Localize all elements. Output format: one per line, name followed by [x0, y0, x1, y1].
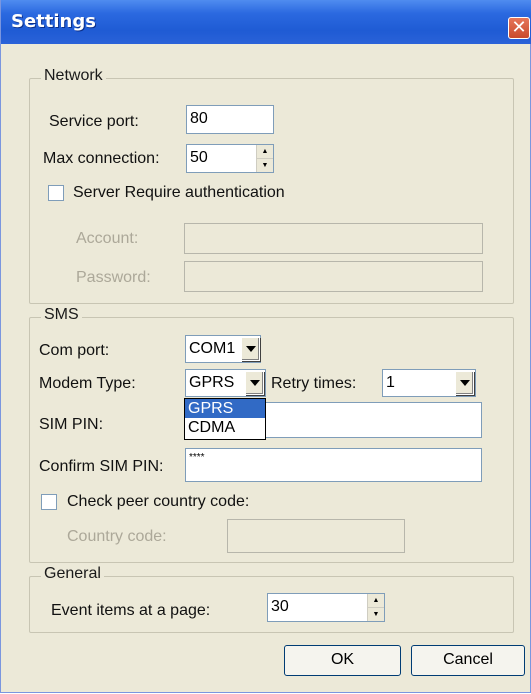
password-input[interactable] — [184, 261, 483, 292]
password-label: Password: — [76, 269, 151, 286]
com-port-label: Com port: — [39, 342, 110, 359]
chevron-down-icon — [249, 380, 260, 386]
settings-dialog: Settings ✕ Network Service port: 80 Max … — [0, 0, 531, 693]
stepper-up-icon[interactable]: ▲ — [368, 594, 384, 608]
modem-type-dropdown-list: GPRS CDMA — [184, 398, 266, 440]
stepper-down-icon[interactable]: ▼ — [368, 608, 384, 622]
ok-button[interactable]: OK — [284, 645, 401, 676]
modem-type-label: Modem Type: — [39, 375, 136, 392]
event-items-stepper[interactable]: ▲ ▼ — [367, 594, 384, 621]
confirm-sim-pin-input[interactable]: **** — [185, 448, 482, 482]
modem-option-gprs[interactable]: GPRS — [185, 399, 265, 418]
general-group-label: General — [41, 565, 104, 583]
close-icon[interactable]: ✕ — [508, 17, 530, 39]
dialog-title: Settings — [11, 11, 96, 32]
stepper-up-icon[interactable]: ▲ — [257, 145, 273, 159]
country-code-label: Country code: — [67, 528, 167, 545]
chevron-down-icon — [459, 380, 470, 386]
auth-checkbox[interactable] — [48, 185, 64, 201]
service-port-label: Service port: — [49, 113, 139, 130]
auth-checkbox-label: Server Require authentication — [73, 184, 285, 201]
title-bar[interactable]: Settings ✕ — [1, 0, 531, 44]
retry-times-dropdown-button[interactable] — [455, 371, 474, 395]
peer-country-checkbox-label: Check peer country code: — [67, 493, 250, 510]
sms-group-label: SMS — [41, 306, 82, 324]
event-items-label: Event items at a page: — [51, 602, 211, 619]
cancel-button[interactable]: Cancel — [411, 645, 525, 676]
modem-option-cdma[interactable]: CDMA — [185, 418, 265, 437]
peer-country-checkbox[interactable] — [41, 494, 57, 510]
service-port-input[interactable]: 80 — [186, 105, 274, 134]
chevron-down-icon — [245, 346, 256, 352]
retry-times-label: Retry times: — [271, 375, 357, 392]
confirm-sim-pin-label: Confirm SIM PIN: — [39, 458, 164, 475]
modem-type-dropdown-button[interactable] — [245, 371, 264, 395]
account-label: Account: — [76, 230, 139, 247]
country-code-input[interactable] — [227, 519, 405, 553]
max-connection-stepper[interactable]: ▲ ▼ — [256, 145, 273, 172]
com-port-dropdown-button[interactable] — [241, 337, 260, 361]
max-connection-label: Max connection: — [43, 150, 160, 167]
stepper-down-icon[interactable]: ▼ — [257, 159, 273, 173]
sim-pin-label: SIM PIN: — [39, 416, 104, 433]
network-group-label: Network — [41, 67, 106, 85]
account-input[interactable] — [184, 223, 483, 254]
